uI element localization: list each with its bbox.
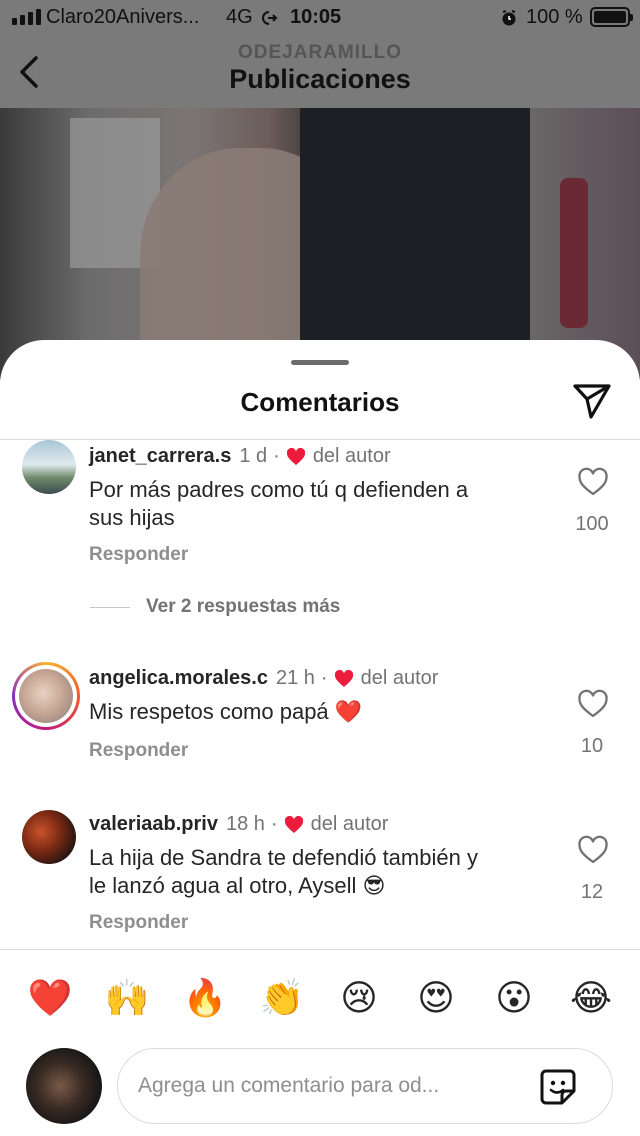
sheet-title: Comentarios: [240, 387, 400, 417]
alarm-icon: [502, 10, 516, 26]
like-heart-icon[interactable]: [577, 689, 609, 719]
author-heart-icon: [284, 815, 303, 833]
comment-input[interactable]: [138, 1067, 518, 1105]
emoji-crying[interactable]: 😢: [334, 973, 384, 1023]
emoji-heart-eyes[interactable]: 😍: [411, 973, 461, 1023]
author-like-label: del autor: [360, 667, 439, 689]
status-bar: Claro20Anivers... 4G 10:05 100 %: [0, 0, 640, 34]
comment-composer: [0, 1040, 640, 1136]
share-icon[interactable]: [571, 382, 613, 420]
reply-button[interactable]: Responder: [89, 740, 188, 762]
page-title: Publicaciones: [229, 64, 411, 94]
sheet-grabber[interactable]: [291, 360, 349, 365]
avatar[interactable]: [22, 810, 76, 864]
comment-username[interactable]: valeriaab.priv: [89, 813, 218, 836]
emoji-heart[interactable]: ❤️: [25, 973, 75, 1023]
comment-time: 21 h: [275, 667, 315, 689]
sticker-icon[interactable]: [538, 1067, 578, 1107]
author-like-label: del autor: [310, 813, 389, 835]
reply-button[interactable]: Responder: [89, 544, 188, 566]
comment-meta: angelica.morales.c 21 h · del autor: [89, 667, 439, 690]
call-forward-icon: [262, 11, 278, 25]
background-overlay: Claro20Anivers... 4G 10:05 100 % ODEJARA…: [0, 0, 640, 380]
avatar[interactable]: [22, 440, 76, 494]
emoji-raising-hands[interactable]: 🙌: [102, 973, 152, 1023]
clock: 10:05: [290, 6, 342, 28]
like-count: 100: [575, 513, 609, 535]
emoji-fire[interactable]: 🔥: [180, 973, 230, 1023]
comment-time: 18 h: [225, 813, 265, 835]
comment-username[interactable]: angelica.morales.c: [89, 667, 268, 690]
reply-button[interactable]: Responder: [89, 912, 188, 934]
battery-percent: 100 %: [526, 6, 583, 28]
page-header: ODEJARAMILLO Publicaciones: [0, 34, 640, 108]
author-like-label: del autor: [312, 445, 391, 467]
like-count: 10: [580, 735, 604, 757]
comment-input-box[interactable]: [117, 1048, 613, 1124]
like-heart-icon[interactable]: [577, 467, 609, 497]
composer-divider: [0, 949, 640, 950]
emoji-laughing[interactable]: 😂: [566, 973, 616, 1023]
comment-meta: janet_carrera.s 1 d · del autor: [89, 445, 391, 468]
signal-icon: [12, 9, 41, 25]
story-ring[interactable]: [12, 662, 80, 730]
comment-text: La hija de Sandra te defendió también y …: [89, 845, 478, 898]
comment-meta: valeriaab.priv 18 h · del autor: [89, 813, 389, 836]
avatar[interactable]: [19, 669, 73, 723]
emoji-reaction-bar: ❤️ 🙌 🔥 👏 😢 😍 😮 😂: [0, 973, 640, 1023]
header-divider: [0, 439, 640, 440]
emoji-surprised[interactable]: 😮: [489, 973, 539, 1023]
network-type: 4G: [226, 6, 253, 28]
comments-sheet: Comentarios janet_carrera.s 1 d · del au…: [0, 340, 640, 1136]
comment-text: Por más padres como tú q defienden a sus…: [89, 477, 469, 530]
view-more-replies[interactable]: Ver 2 respuestas más: [90, 596, 340, 618]
like-heart-icon[interactable]: [577, 835, 609, 865]
carrier-name: Claro20Anivers...: [46, 6, 200, 28]
current-user-avatar: [26, 1048, 102, 1124]
comment-username[interactable]: janet_carrera.s: [89, 445, 231, 468]
author-heart-icon: [334, 669, 353, 687]
like-count: 12: [580, 881, 604, 903]
author-heart-icon: [286, 447, 305, 465]
emoji-clapping[interactable]: 👏: [257, 973, 307, 1023]
comment-time: 1 d: [239, 445, 268, 467]
battery-icon: [590, 7, 633, 27]
account-name: ODEJARAMILLO: [238, 42, 402, 63]
comment-text: Mis respetos como papá ❤️: [89, 699, 363, 724]
